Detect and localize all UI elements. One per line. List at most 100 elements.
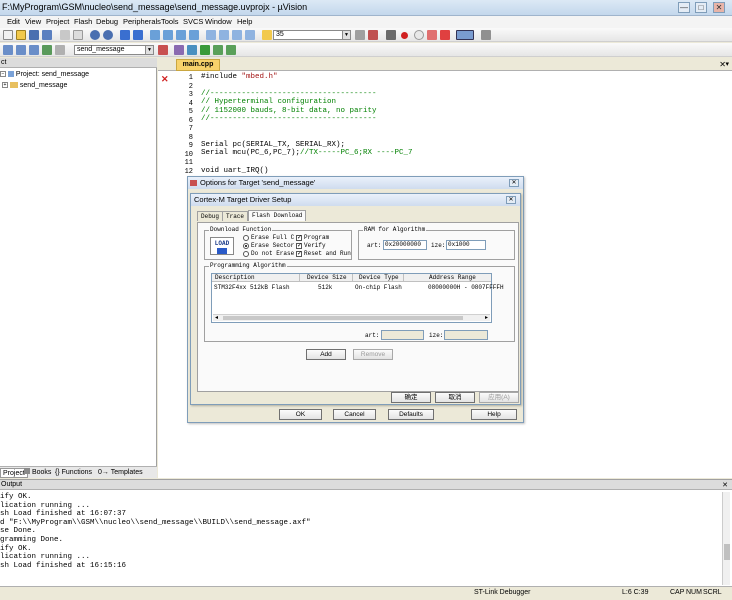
- tab-debug[interactable]: Debug: [197, 211, 224, 221]
- cortex-cancel-button[interactable]: 取消: [435, 392, 475, 403]
- menu-debug[interactable]: Debug: [96, 17, 118, 26]
- unindent-icon[interactable]: [219, 30, 229, 40]
- pack-installer-icon[interactable]: [200, 45, 210, 55]
- menu-view[interactable]: View: [25, 17, 41, 26]
- close-icon[interactable]: ✕: [722, 481, 728, 489]
- minimize-button[interactable]: —: [678, 2, 690, 13]
- program-checkbox[interactable]: ✓: [296, 235, 302, 241]
- col-address-range[interactable]: Address Range: [429, 274, 476, 281]
- search-icon[interactable]: [355, 30, 365, 40]
- table-row[interactable]: STM32F4xx 512kB Flash 512k On-chip Flash…: [212, 284, 504, 292]
- save-icon[interactable]: [29, 30, 39, 40]
- add-button[interactable]: Add: [306, 349, 346, 360]
- code-line-4[interactable]: // Hyperterminal configuration: [201, 98, 336, 106]
- save-all-icon[interactable]: [42, 30, 52, 40]
- menu-window[interactable]: Window: [205, 17, 232, 26]
- erase-sector-radio[interactable]: [243, 243, 249, 249]
- menu-flash[interactable]: Flash: [74, 17, 92, 26]
- tree-target[interactable]: + send_message: [2, 81, 67, 91]
- nav-forward-icon[interactable]: [133, 30, 143, 40]
- apply-button[interactable]: 应用(A): [479, 392, 519, 403]
- bookmark-clear-icon[interactable]: [189, 30, 199, 40]
- uncomment-icon[interactable]: [245, 30, 255, 40]
- scroll-right-icon[interactable]: ▸: [485, 314, 488, 321]
- stop-build-icon[interactable]: [55, 45, 65, 55]
- bookmark-next-icon[interactable]: [176, 30, 186, 40]
- menu-help[interactable]: Help: [237, 17, 252, 26]
- tab-main-cpp[interactable]: main.cpp: [176, 59, 220, 71]
- load-icon[interactable]: [42, 45, 52, 55]
- maximize-button[interactable]: □: [695, 2, 707, 13]
- breakpoint-icon[interactable]: [401, 32, 408, 39]
- scrollbar-thumb[interactable]: [223, 316, 463, 320]
- debug-session-icon[interactable]: [368, 30, 378, 40]
- scrollbar-thumb[interactable]: [724, 544, 730, 560]
- col-device-type[interactable]: Device Type: [359, 274, 399, 281]
- cancel-button[interactable]: Cancel: [333, 409, 376, 420]
- scroll-left-icon[interactable]: ◂: [215, 314, 218, 321]
- menu-tools[interactable]: Tools: [161, 17, 179, 26]
- tab-trace[interactable]: Trace: [222, 211, 249, 221]
- breakpoint-clear-icon[interactable]: [427, 30, 437, 40]
- find-in-files-icon[interactable]: [262, 30, 272, 40]
- extension-icon[interactable]: [226, 45, 236, 55]
- menu-project[interactable]: Project: [46, 17, 69, 26]
- tree-root[interactable]: − Project: send_message: [0, 70, 89, 80]
- manage-components-icon[interactable]: [174, 45, 184, 55]
- ok-button[interactable]: OK: [279, 409, 322, 420]
- erase-full-radio[interactable]: [243, 235, 249, 241]
- run-time-env-icon[interactable]: [213, 45, 223, 55]
- translate-icon[interactable]: [3, 45, 13, 55]
- horizontal-scrollbar[interactable]: ◂ ▸: [213, 314, 490, 321]
- undo-icon[interactable]: [90, 30, 100, 40]
- chevron-down-icon[interactable]: ▼: [342, 31, 350, 39]
- target-select[interactable]: send_message ▼: [74, 45, 154, 55]
- options-close-button[interactable]: ✕: [509, 179, 519, 187]
- code-line-3[interactable]: //-------------------------------------: [201, 90, 377, 98]
- algorithm-list[interactable]: Description Device Size Device Type Addr…: [211, 273, 504, 323]
- menu-edit[interactable]: Edit: [7, 17, 20, 26]
- find-combo[interactable]: 35 ▼: [273, 30, 351, 40]
- copy-icon[interactable]: [73, 30, 83, 40]
- window-layout-icon[interactable]: [456, 30, 474, 40]
- comment-icon[interactable]: [232, 30, 242, 40]
- code-line-10[interactable]: Serial mcu(PC_6,PC_7);//TX-----PC_6;RX -…: [201, 149, 413, 157]
- help-button[interactable]: Help: [471, 409, 517, 420]
- defaults-button[interactable]: Defaults: [388, 409, 434, 420]
- bookmark-prev-icon[interactable]: [163, 30, 173, 40]
- code-line-6[interactable]: //-------------------------------------: [201, 115, 377, 123]
- confirm-button[interactable]: 确定: [391, 392, 431, 403]
- wrench-icon[interactable]: [481, 30, 491, 40]
- step-icon[interactable]: [386, 30, 396, 40]
- remove-button[interactable]: Remove: [353, 349, 393, 360]
- bookmark-icon[interactable]: [150, 30, 160, 40]
- tab-templates[interactable]: 0→ Templates: [98, 468, 143, 478]
- build-icon[interactable]: [16, 45, 26, 55]
- verify-checkbox[interactable]: ✓: [296, 243, 302, 249]
- nav-back-icon[interactable]: [120, 30, 130, 40]
- code-line-5[interactable]: // 1152000 bauds, 8-bit data, no parity: [201, 107, 377, 115]
- breakpoint-disable-icon[interactable]: [414, 30, 424, 40]
- cortex-close-button[interactable]: ✕: [506, 196, 516, 204]
- code-line-9[interactable]: Serial pc(SERIAL_TX, SERIAL_RX);: [201, 141, 345, 149]
- rebuild-icon[interactable]: [29, 45, 39, 55]
- target-options-icon[interactable]: [158, 45, 168, 55]
- tab-functions[interactable]: {} Functions: [55, 468, 92, 478]
- ram-size-field[interactable]: 0x1000: [446, 240, 486, 250]
- select-packs-icon[interactable]: [187, 45, 197, 55]
- menu-svcs[interactable]: SVCS: [183, 17, 203, 26]
- indent-icon[interactable]: [206, 30, 216, 40]
- expand-icon[interactable]: +: [2, 82, 8, 89]
- new-file-icon[interactable]: [3, 30, 13, 40]
- menu-peripherals[interactable]: Peripherals: [123, 17, 161, 26]
- collapse-icon[interactable]: −: [0, 71, 6, 78]
- col-device-size[interactable]: Device Size: [307, 274, 347, 281]
- chevron-down-icon[interactable]: ▼: [145, 46, 153, 54]
- tab-flash-download[interactable]: Flash Download: [248, 210, 307, 221]
- output-scrollbar[interactable]: [722, 492, 730, 585]
- no-erase-radio[interactable]: [243, 251, 249, 257]
- code-line-12[interactable]: void uart_IRQ(): [201, 167, 269, 175]
- reset-run-checkbox[interactable]: ✓: [296, 251, 302, 257]
- ram-start-field[interactable]: 0x20000000: [383, 240, 427, 250]
- col-description[interactable]: Description: [215, 274, 255, 281]
